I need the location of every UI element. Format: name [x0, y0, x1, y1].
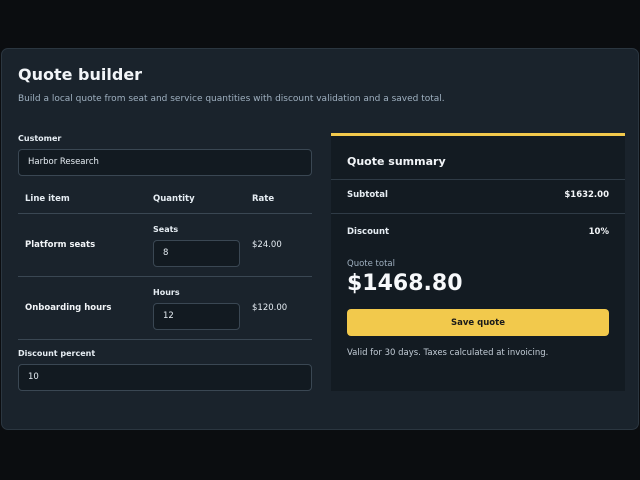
column-header-line-item: Line item [25, 194, 70, 204]
page-subtitle: Build a local quote from seat and servic… [18, 94, 445, 104]
subtotal-label: Subtotal [347, 190, 388, 200]
line-item-name: Platform seats [25, 240, 96, 250]
table-header-divider [18, 213, 312, 214]
row-divider [18, 339, 312, 340]
summary-title: Quote summary [347, 155, 446, 168]
subtotal-value: $1632.00 [564, 190, 609, 200]
quote-builder-card: Quote builder Build a local quote from s… [1, 48, 639, 430]
quantity-label: Hours [153, 288, 180, 297]
validity-note: Valid for 30 days. Taxes calculated at i… [347, 348, 549, 358]
quote-summary-panel: Quote summary Subtotal $1632.00 Discount… [331, 133, 625, 391]
line-item-rate: $24.00 [252, 240, 282, 250]
discount-summary-label: Discount [347, 227, 390, 237]
column-header-quantity: Quantity [153, 194, 195, 204]
row-divider [18, 276, 312, 277]
summary-divider [331, 179, 625, 180]
line-item-rate: $120.00 [252, 303, 288, 313]
quote-total-label: Quote total [347, 259, 395, 269]
line-item-name: Onboarding hours [25, 303, 112, 313]
customer-label: Customer [18, 134, 62, 143]
column-header-rate: Rate [252, 194, 275, 204]
discount-label: Discount percent [18, 349, 96, 358]
customer-input[interactable]: Harbor Research [18, 149, 312, 176]
hours-quantity-input[interactable]: 12 [153, 303, 240, 330]
discount-summary-value: 10% [588, 227, 609, 237]
discount-percent-input[interactable]: 10 [18, 364, 312, 391]
summary-divider [331, 213, 625, 214]
quote-total-value: $1468.80 [347, 271, 463, 296]
quantity-label: Seats [153, 225, 179, 234]
page-title: Quote builder [18, 65, 143, 84]
seats-quantity-input[interactable]: 8 [153, 240, 240, 267]
save-quote-button[interactable]: Save quote [347, 309, 609, 336]
